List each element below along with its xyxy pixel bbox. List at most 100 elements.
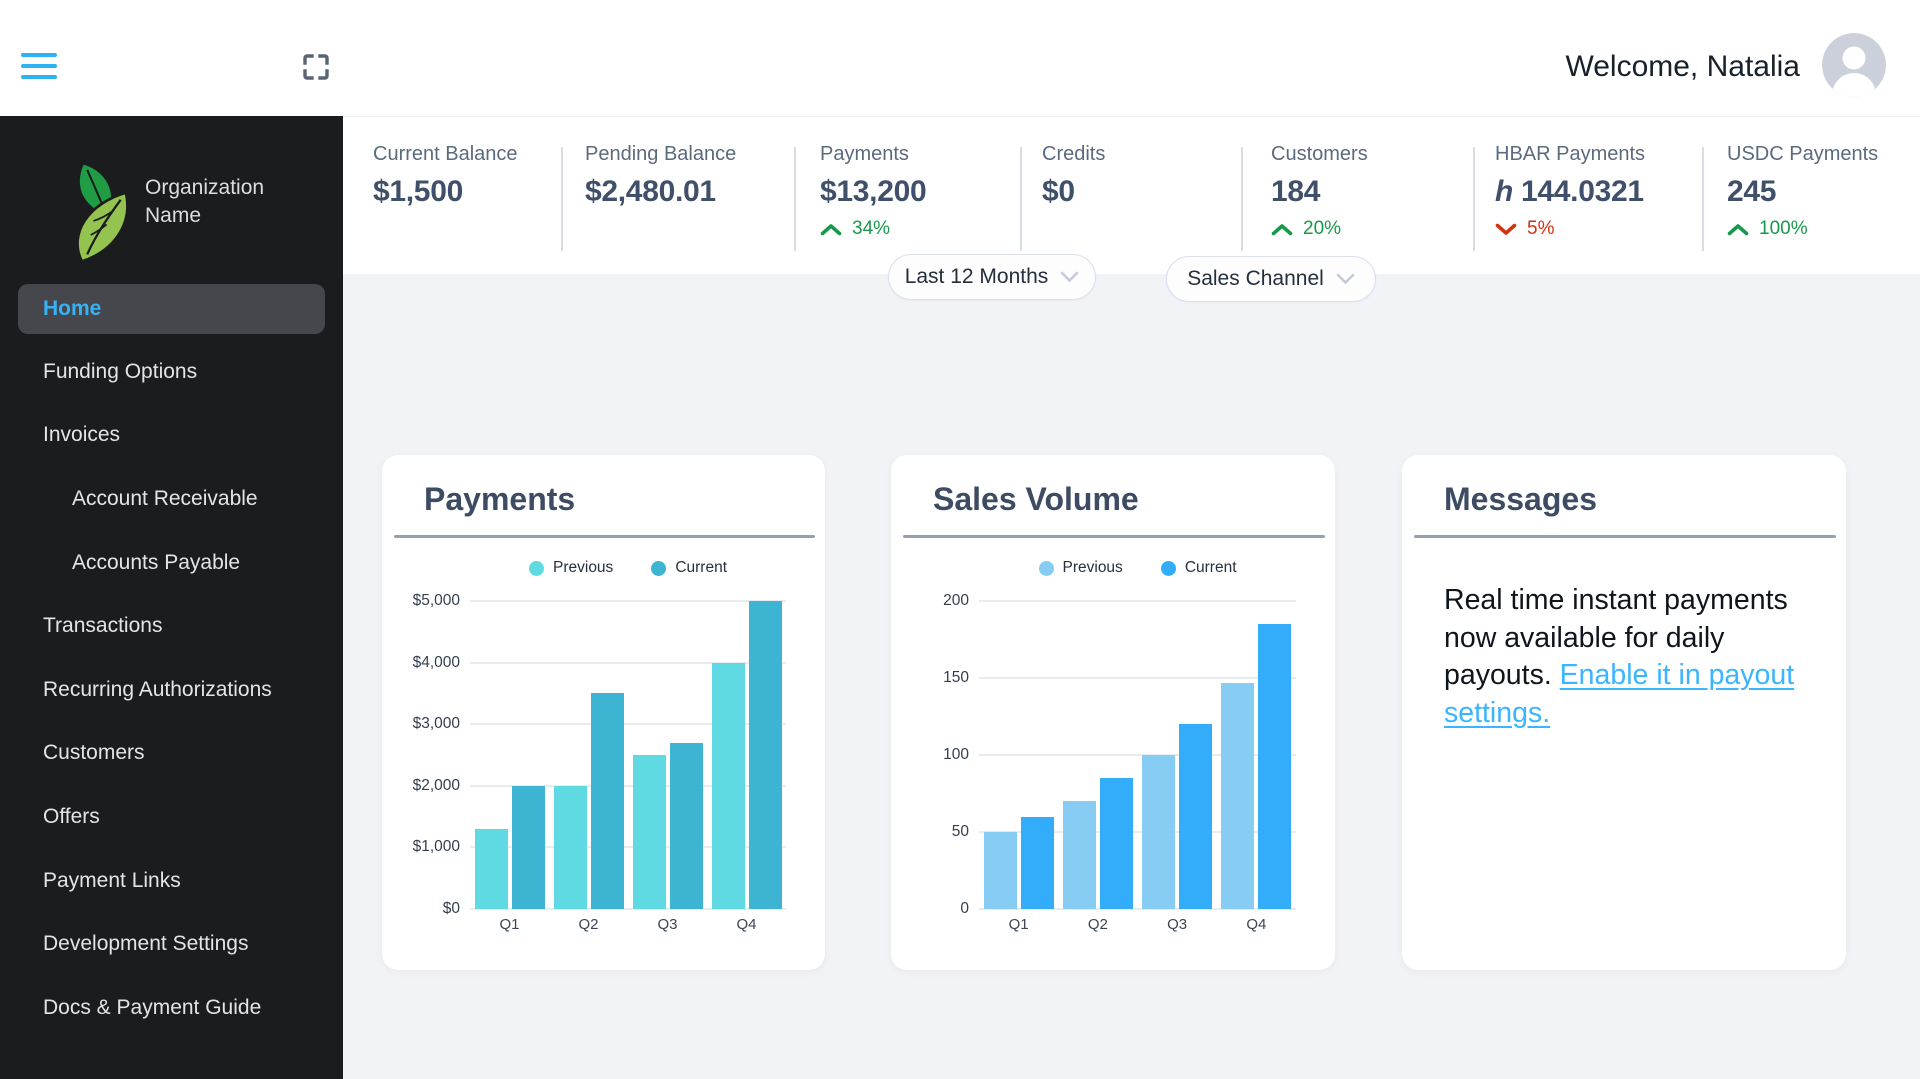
y-axis-tick-label: $3,000 bbox=[382, 715, 460, 733]
hamburger-menu-icon[interactable] bbox=[21, 53, 57, 79]
legend-dot bbox=[1039, 561, 1054, 576]
sidebar-item-funding-options[interactable]: Funding Options bbox=[0, 340, 343, 404]
sidebar-item-payment-links[interactable]: Payment Links bbox=[0, 849, 343, 913]
stat-label: Current Balance bbox=[373, 143, 518, 166]
card-divider bbox=[394, 535, 815, 538]
chart-legend: Previous Current bbox=[470, 558, 786, 578]
time-range-dropdown[interactable]: Last 12 Months bbox=[888, 254, 1096, 300]
card-title: Sales Volume bbox=[933, 481, 1139, 518]
hamburger-bar bbox=[21, 75, 57, 79]
fullscreen-icon[interactable] bbox=[300, 51, 332, 83]
bar-group-q2 bbox=[554, 601, 624, 909]
card-divider bbox=[1414, 535, 1836, 538]
sidebar-item-transactions[interactable]: Transactions bbox=[0, 594, 343, 658]
sidebar-item-docs-payment-guide[interactable]: Docs & Payment Guide bbox=[0, 976, 343, 1040]
x-axis-label: Q4 bbox=[1217, 916, 1296, 933]
stat-divider bbox=[1020, 147, 1022, 251]
bar-current-q3 bbox=[1179, 724, 1212, 909]
stat-label: Pending Balance bbox=[585, 143, 736, 166]
stat-divider bbox=[1473, 147, 1475, 251]
stats-bar: Current Balance $1,500 Pending Balance $2,4… bbox=[343, 116, 1920, 274]
legend-item-current: Current bbox=[651, 559, 727, 577]
x-axis-label: Q1 bbox=[979, 916, 1058, 933]
stat-delta-value: 20% bbox=[1303, 218, 1341, 240]
sidebar-item-recurring-authorizations[interactable]: Recurring Authorizations bbox=[0, 658, 343, 722]
bar-previous-q3 bbox=[1142, 755, 1175, 909]
time-range-value: Last 12 Months bbox=[905, 265, 1049, 289]
legend-item-current: Current bbox=[1161, 559, 1237, 577]
legend-label: Current bbox=[675, 559, 727, 577]
x-axis-label: Q2 bbox=[549, 916, 628, 933]
payments-bar-chart bbox=[470, 601, 786, 909]
bar-group-q4 bbox=[1221, 601, 1291, 909]
sidebar-item-offers[interactable]: Offers bbox=[0, 785, 343, 849]
y-axis-tick-label: $2,000 bbox=[382, 777, 460, 795]
sidebar-item-account-receivable[interactable]: Account Receivable bbox=[0, 467, 343, 531]
stat-divider bbox=[1702, 147, 1704, 251]
stat-value: $1,500 bbox=[373, 175, 518, 209]
bar-previous-q3 bbox=[633, 755, 666, 909]
legend-item-previous: Previous bbox=[529, 559, 613, 577]
bar-group-q1 bbox=[984, 601, 1054, 909]
chart-legend: Previous Current bbox=[979, 558, 1296, 578]
hamburger-bar bbox=[21, 53, 57, 57]
sidebar-item-home[interactable]: Home bbox=[18, 284, 325, 334]
stat-label: USDC Payments bbox=[1727, 143, 1878, 166]
stat-current-balance: Current Balance $1,500 bbox=[373, 143, 518, 209]
bar-group-q1 bbox=[475, 601, 545, 909]
hamburger-bar bbox=[21, 64, 57, 68]
bar-current-q3 bbox=[670, 743, 703, 909]
stat-divider bbox=[561, 147, 563, 251]
welcome-text: Welcome, Natalia bbox=[1565, 50, 1800, 84]
bar-current-q4 bbox=[749, 601, 782, 909]
sidebar-item-accounts-payable[interactable]: Accounts Payable bbox=[0, 531, 343, 595]
card-title: Messages bbox=[1444, 481, 1597, 518]
y-axis-tick-label: $4,000 bbox=[382, 654, 460, 672]
stat-usdc-payments: USDC Payments 245 100% bbox=[1727, 143, 1878, 240]
payments-card: Payments PreviousCurrent $0$1,000$2,000$… bbox=[382, 455, 825, 970]
sidebar-item-customers[interactable]: Customers bbox=[0, 722, 343, 786]
hbar-symbol: h bbox=[1495, 175, 1513, 208]
chevron-down-icon bbox=[1060, 271, 1079, 283]
y-axis-tick-label: 100 bbox=[891, 746, 969, 764]
sales-channel-value: Sales Channel bbox=[1187, 267, 1324, 291]
stat-delta: 34% bbox=[820, 218, 926, 240]
card-divider bbox=[903, 535, 1325, 538]
sales-channel-dropdown[interactable]: Sales Channel bbox=[1166, 256, 1376, 302]
bar-current-q2 bbox=[591, 693, 624, 909]
top-header: Welcome, Natalia bbox=[0, 0, 1920, 116]
y-axis-tick-label: 50 bbox=[891, 823, 969, 841]
card-title: Payments bbox=[424, 481, 575, 518]
stat-value: 245 bbox=[1727, 175, 1878, 209]
dashboard-screen: Welcome, Natalia Organization Name bbox=[0, 0, 1920, 1079]
y-axis-tick-label: 0 bbox=[891, 900, 969, 918]
sidebar-item-development-settings[interactable]: Development Settings bbox=[0, 912, 343, 976]
bar-previous-q1 bbox=[984, 832, 1017, 909]
x-axis-label: Q4 bbox=[707, 916, 786, 933]
stat-delta-value: 5% bbox=[1527, 218, 1554, 240]
x-axis-label: Q2 bbox=[1058, 916, 1137, 933]
stat-delta: 100% bbox=[1727, 218, 1878, 240]
stat-value: $13,200 bbox=[820, 175, 926, 209]
bar-current-q2 bbox=[1100, 778, 1133, 909]
stat-label: HBAR Payments bbox=[1495, 143, 1645, 166]
chevron-down-icon bbox=[1336, 273, 1355, 285]
sidebar-item-invoices[interactable]: Invoices bbox=[0, 404, 343, 468]
trend-up-icon bbox=[1727, 223, 1749, 236]
stat-label: Customers bbox=[1271, 143, 1368, 166]
stat-credits: Credits$0 bbox=[1042, 143, 1105, 209]
bar-group-q2 bbox=[1063, 601, 1133, 909]
sidebar-nav: Home Funding OptionsInvoicesAccount Recei… bbox=[0, 278, 343, 1040]
messages-card: Messages Real time instant payments now … bbox=[1402, 455, 1846, 970]
legend-item-previous: Previous bbox=[1039, 559, 1123, 577]
stat-value: $2,480.01 bbox=[585, 175, 736, 209]
avatar[interactable] bbox=[1822, 33, 1886, 97]
stat-delta-value: 34% bbox=[852, 218, 890, 240]
stat-label: Credits bbox=[1042, 143, 1105, 166]
legend-label: Current bbox=[1185, 559, 1237, 577]
stat-delta: 5% bbox=[1495, 218, 1645, 240]
stat-divider bbox=[1241, 147, 1243, 251]
legend-label: Previous bbox=[1063, 559, 1123, 577]
sidebar: Organization Name HomeFunding OptionsInv… bbox=[0, 116, 343, 1079]
bar-previous-q4 bbox=[712, 663, 745, 909]
